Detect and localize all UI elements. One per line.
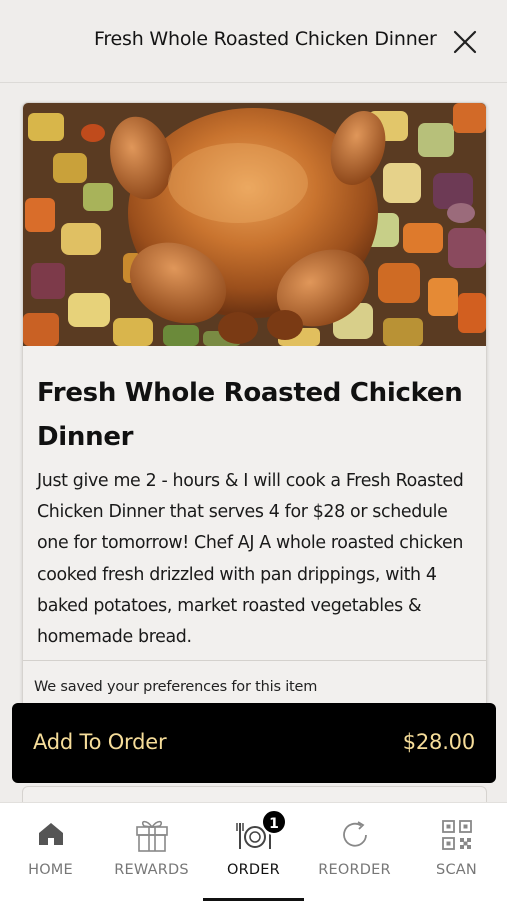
home-icon [38,823,63,845]
tab-rewards[interactable]: REWARDS [101,803,202,901]
tab-scan-label: SCAN [436,862,477,878]
item-description: Just give me 2 - hours & I will cook a F… [37,471,464,648]
page-title: Fresh Whole Roasted Chicken Dinner [94,28,437,50]
tab-home-label: HOME [28,862,73,878]
add-to-order-label: Add To Order [33,730,167,754]
item-photo [23,103,486,346]
top-bar: Fresh Whole Roasted Chicken Dinner [0,0,507,83]
gift-icon [135,820,168,852]
preferences-note: We saved your preferences for this item [34,679,318,695]
add-to-order-button[interactable]: Add To Order $28.00 [12,703,496,783]
close-button[interactable] [449,26,481,58]
tab-rewards-label: REWARDS [114,862,189,878]
item-card: Fresh Whole Roasted Chicken Dinner Just … [22,102,487,744]
order-price: $28.00 [402,730,475,754]
tab-order[interactable]: 1 ORDER [203,803,304,901]
item-name: Fresh Whole Roasted Chicken Dinner [37,378,463,452]
tab-reorder[interactable]: REORDER [304,803,405,901]
close-icon [453,30,477,54]
tab-reorder-label: REORDER [318,862,391,878]
tab-home[interactable]: HOME [0,803,101,901]
order-count-badge: 1 [261,809,287,835]
bottom-nav: HOME REWARDS 1 ORDER REORDER SCAN [0,802,507,901]
tab-scan[interactable]: SCAN [406,803,507,901]
qr-code-icon [441,820,472,850]
tab-order-label: ORDER [227,862,280,878]
refresh-icon [342,821,367,847]
divider [23,660,486,661]
